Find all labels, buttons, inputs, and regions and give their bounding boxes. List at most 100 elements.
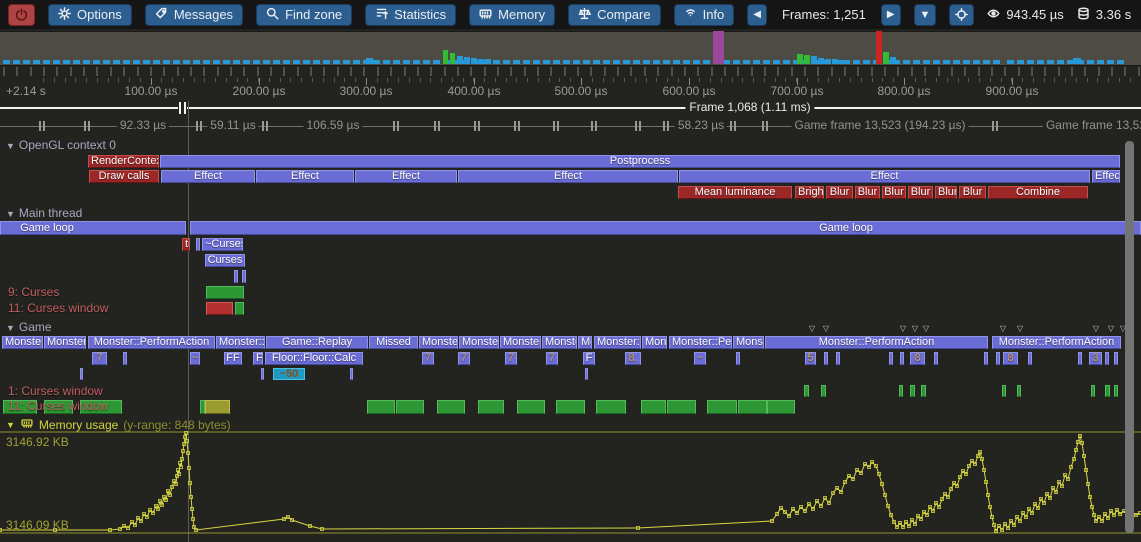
message-mark-icon[interactable]: ▽ <box>912 324 918 333</box>
zone-label: 3 <box>1092 353 1098 364</box>
zone[interactable]: ti <box>182 238 190 251</box>
zone[interactable]: Effect <box>161 170 255 183</box>
zone[interactable]: ~50 <box>273 368 305 380</box>
zone[interactable] <box>585 368 588 380</box>
zone[interactable]: Monster::PerformAction <box>578 336 592 349</box>
memory-icon <box>20 417 34 432</box>
zone-label: 8 <box>1007 353 1013 364</box>
message-mark-icon[interactable]: ▽ <box>1017 324 1023 333</box>
zone[interactable]: Draw calls <box>89 170 159 183</box>
zone[interactable] <box>196 238 200 251</box>
memory-section-header[interactable]: ▼ Memory usage (y-range: 848 bytes) <box>6 417 231 432</box>
zone[interactable] <box>234 270 238 283</box>
zone[interactable]: Monster::PerformAction <box>2 336 43 349</box>
zone[interactable] <box>1105 352 1109 365</box>
zone[interactable]: Monster::PerformAction <box>642 336 667 349</box>
zone[interactable]: 8 <box>910 352 925 365</box>
zone[interactable]: Monster::PerformAction <box>765 336 988 349</box>
zone[interactable]: 7 <box>458 352 470 365</box>
zone[interactable]: 7 <box>422 352 434 365</box>
zone[interactable]: 7 <box>505 352 517 365</box>
zone[interactable]: 8 <box>1003 352 1018 365</box>
zone[interactable]: Monster::PerformAction <box>216 336 265 349</box>
zone[interactable]: Postprocess <box>160 155 1120 168</box>
zone[interactable]: Blur <box>908 186 933 199</box>
zone[interactable]: Bright <box>795 186 824 199</box>
message-mark-icon[interactable]: ▽ <box>923 324 929 333</box>
zone[interactable] <box>996 352 1000 365</box>
zone[interactable]: Mean luminance <box>678 186 792 199</box>
vertical-scrollbar[interactable] <box>1125 141 1134 533</box>
zone[interactable] <box>242 270 246 283</box>
message-mark-icon[interactable]: ▽ <box>823 324 829 333</box>
zone[interactable]: Monster::PerformAction <box>88 336 215 349</box>
zone[interactable]: Monster::PerformAction <box>594 336 641 349</box>
message-mark-icon[interactable]: ▽ <box>1000 324 1006 333</box>
zone[interactable]: Monster::PerformAction <box>419 336 458 349</box>
zone[interactable]: 7 <box>546 352 558 365</box>
zone[interactable]: Floor::Floor::Calc <box>265 352 363 365</box>
zone-label: Monster::PerformAction <box>545 337 577 348</box>
zone[interactable]: Monster::PerformAction <box>44 336 86 349</box>
zone[interactable]: Game::Replay <box>266 336 368 349</box>
zone[interactable]: Blur <box>855 186 880 199</box>
zone[interactable] <box>123 352 127 365</box>
zone[interactable] <box>350 368 353 380</box>
zone[interactable] <box>900 352 904 365</box>
zone-label: Effect <box>291 171 319 182</box>
zone[interactable]: Blur <box>882 186 906 199</box>
zone[interactable]: Effect <box>1092 170 1120 183</box>
message-mark-icon[interactable]: ▽ <box>900 324 906 333</box>
zone[interactable]: ~Curses <box>202 238 243 251</box>
zone[interactable]: 7 <box>92 352 107 365</box>
message-mark-icon[interactable]: ▽ <box>1093 324 1099 333</box>
message-mark-icon[interactable]: ▽ <box>1108 324 1114 333</box>
zone[interactable] <box>984 352 988 365</box>
message-mark-icon[interactable]: ▽ <box>809 324 815 333</box>
zone-label: Combine <box>1016 187 1060 198</box>
zone[interactable]: 8. <box>625 352 641 365</box>
zone[interactable]: ~ <box>190 352 200 365</box>
zone-label: Blur <box>884 187 904 198</box>
zone[interactable]: Missed <box>369 336 418 349</box>
zone[interactable]: 3 <box>1089 352 1102 365</box>
zone[interactable] <box>934 352 938 365</box>
zone[interactable] <box>836 352 840 365</box>
zone[interactable]: Blur <box>826 186 853 199</box>
zone[interactable] <box>261 368 264 380</box>
zone-label: Draw calls <box>99 171 150 182</box>
zone[interactable]: Game loop <box>0 221 186 235</box>
zone[interactable]: Combine <box>988 186 1088 199</box>
zone[interactable]: ~ <box>694 352 706 365</box>
zone[interactable] <box>889 352 893 365</box>
zone[interactable]: Effect <box>458 170 678 183</box>
zone[interactable] <box>824 352 828 365</box>
zone[interactable] <box>80 368 83 380</box>
zone[interactable]: Monster::PerformAction <box>669 336 732 349</box>
lock-label: 11: Curses window <box>8 399 109 413</box>
zone[interactable]: Monster::PerformAction <box>992 336 1121 349</box>
zone[interactable]: Effect <box>355 170 457 183</box>
zone[interactable]: Blur <box>959 186 986 199</box>
zone[interactable]: 5 <box>805 352 816 365</box>
zone[interactable]: Curses <box>205 254 245 267</box>
zone[interactable]: F <box>253 352 263 365</box>
zone[interactable] <box>1078 352 1082 365</box>
collapse-triangle-icon[interactable]: ▼ <box>6 420 15 430</box>
zone[interactable]: Monster::PerformAction <box>542 336 577 349</box>
zone[interactable]: Effect <box>679 170 1090 183</box>
zone[interactable] <box>1114 352 1118 365</box>
zone-label: Monster::PerformAction <box>219 337 265 348</box>
zone[interactable] <box>1028 352 1032 365</box>
zone[interactable]: Blur <box>935 186 957 199</box>
zone[interactable]: RenderContext <box>88 155 159 168</box>
zone[interactable]: Monster::PerformAction <box>459 336 499 349</box>
zone[interactable]: Monster::PerformAction <box>733 336 764 349</box>
zone[interactable]: Monster::PerformAction <box>500 336 541 349</box>
zone[interactable] <box>736 352 740 365</box>
zone[interactable]: FF <box>224 352 242 365</box>
zone[interactable]: F <box>583 352 595 365</box>
zone-label: ti <box>185 239 190 250</box>
zone[interactable]: Game loop <box>190 221 1141 235</box>
zone[interactable]: Effect <box>256 170 354 183</box>
